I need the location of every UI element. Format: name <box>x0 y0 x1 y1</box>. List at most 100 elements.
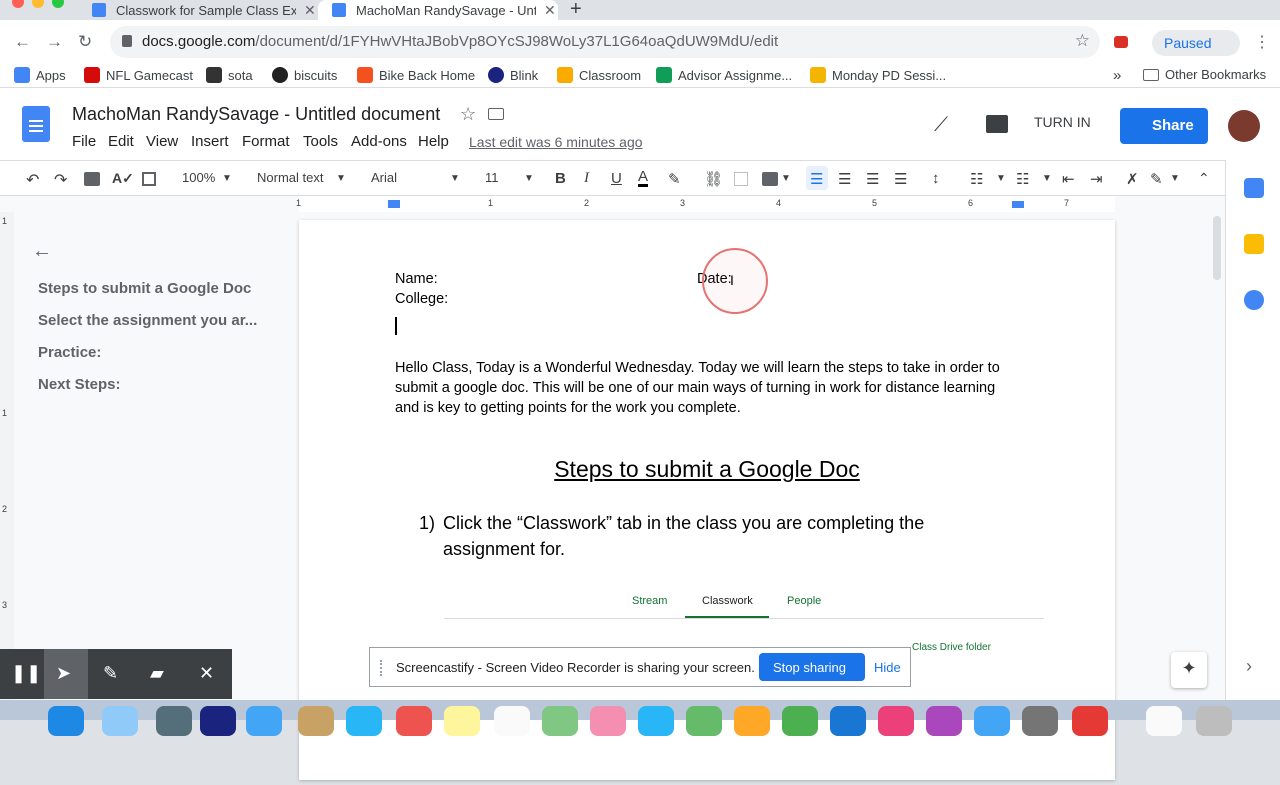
bookmark-nfl-gamecast[interactable]: NFL Gamecast <box>84 67 193 83</box>
pages-icon[interactable] <box>734 706 770 736</box>
hide-button[interactable]: Hide <box>874 660 901 675</box>
close-icon[interactable]: ✕ <box>199 663 214 684</box>
bookmark-apps[interactable]: Apps <box>14 67 66 83</box>
menu-insert[interactable]: Insert <box>191 133 229 150</box>
app-icon[interactable] <box>974 706 1010 736</box>
add-comment-icon[interactable] <box>734 172 748 186</box>
expand-panel-chevron-icon[interactable]: › <box>1246 656 1252 677</box>
photos-icon[interactable] <box>590 706 626 736</box>
menu-file[interactable]: File <box>72 133 96 150</box>
browser-menu-icon[interactable]: ⋮ <box>1254 32 1270 52</box>
new-tab-button[interactable]: + <box>570 0 582 21</box>
redo-icon[interactable]: ↷ <box>54 170 67 190</box>
browser-tab-document[interactable]: MachoMan RandySavage - Unt ✕ <box>318 0 558 20</box>
italic-icon[interactable]: I <box>584 170 589 187</box>
numbers-icon[interactable] <box>782 706 818 736</box>
music-icon[interactable] <box>878 706 914 736</box>
maps-icon[interactable] <box>542 706 578 736</box>
chevron-down-icon[interactable]: ▼ <box>996 173 1006 184</box>
bookmark-blink[interactable]: Blink <box>488 67 538 83</box>
align-right-icon[interactable]: ☰ <box>866 170 879 188</box>
chevron-down-icon[interactable]: ▼ <box>222 173 232 184</box>
close-tab-icon[interactable]: ✕ <box>304 2 316 19</box>
app-icon[interactable] <box>1072 706 1108 736</box>
system-preferences-icon[interactable] <box>1022 706 1058 736</box>
facetime-icon[interactable] <box>686 706 722 736</box>
system-app-icon[interactable] <box>156 706 192 736</box>
address-bar[interactable]: docs.google.com/document/d/1FYHwVHtaJBob… <box>110 26 1100 58</box>
bookmark-monday-pd[interactable]: Monday PD Sessi... <box>810 67 946 83</box>
tasks-icon[interactable] <box>1244 290 1264 310</box>
bookmarks-overflow-button[interactable]: » <box>1113 67 1121 84</box>
chevron-down-icon[interactable]: ▼ <box>781 173 791 184</box>
align-center-icon[interactable]: ☰ <box>838 170 851 188</box>
decrease-indent-icon[interactable]: ⇤ <box>1062 170 1075 188</box>
increase-indent-icon[interactable]: ⇥ <box>1090 170 1103 188</box>
comments-icon[interactable] <box>986 115 1008 133</box>
zoom-select[interactable]: 100% <box>182 170 215 185</box>
eraser-icon[interactable]: ▰ <box>150 663 164 684</box>
highlight-pen-icon[interactable]: ✎ <box>668 170 681 188</box>
spellcheck-icon[interactable]: A✓ <box>112 170 134 187</box>
reload-icon[interactable]: ↻ <box>78 32 92 52</box>
bookmark-star-icon[interactable]: ☆ <box>1075 31 1090 51</box>
outline-item[interactable]: Select the assignment you ar... <box>38 312 257 329</box>
menu-tools[interactable]: Tools <box>303 133 338 150</box>
menu-edit[interactable]: Edit <box>108 133 134 150</box>
insert-image-icon[interactable] <box>762 172 778 186</box>
messages-icon[interactable] <box>638 706 674 736</box>
app-store-icon[interactable] <box>246 706 282 736</box>
outline-item[interactable]: Steps to submit a Google Doc <box>38 280 251 297</box>
minimize-window-icon[interactable] <box>32 0 44 8</box>
pointer-icon[interactable]: ➤ <box>56 663 71 684</box>
explore-icon[interactable]: ✦ <box>1171 652 1207 688</box>
scrollbar[interactable] <box>1213 216 1221 280</box>
bold-icon[interactable]: B <box>555 170 566 187</box>
pause-icon[interactable]: ❚❚ <box>11 663 41 684</box>
finder-icon[interactable] <box>48 706 84 736</box>
forward-icon[interactable]: → <box>46 32 63 52</box>
screencastify-extension-icon[interactable] <box>1114 36 1128 48</box>
font-size-select[interactable]: 11 <box>485 170 499 185</box>
close-window-icon[interactable] <box>12 0 24 8</box>
browser-tab-classwork[interactable]: Classwork for Sample Class Ex ✕ <box>78 0 318 20</box>
link-icon[interactable]: ⛓ <box>704 170 723 188</box>
reminders-icon[interactable] <box>494 706 530 736</box>
podcasts-icon[interactable] <box>926 706 962 736</box>
profile-paused-button[interactable]: Paused <box>1152 30 1240 56</box>
document-title[interactable]: MachoMan RandySavage - Untitled document <box>72 104 440 125</box>
maximize-window-icon[interactable] <box>52 0 64 8</box>
pen-icon[interactable]: ✎ <box>103 663 118 684</box>
move-folder-icon[interactable] <box>488 108 504 120</box>
menu-help[interactable]: Help <box>418 133 449 150</box>
clear-formatting-icon[interactable]: ✗ <box>1126 170 1139 188</box>
bookmark-sota[interactable]: sota <box>206 67 253 83</box>
vertical-ruler[interactable]: 1 1 2 3 <box>0 212 14 720</box>
align-left-icon[interactable]: ☰ <box>810 170 823 188</box>
calendar-app-icon[interactable] <box>396 706 432 736</box>
close-tab-icon[interactable]: ✕ <box>544 2 556 19</box>
document-page[interactable]: Name: Date: College: Hello Class, Today … <box>299 220 1115 780</box>
bookmark-advisor-assignments[interactable]: Advisor Assignme... <box>656 67 792 83</box>
launchpad-icon[interactable] <box>102 706 138 736</box>
close-outline-back-icon[interactable]: ← <box>32 240 52 263</box>
menu-format[interactable]: Format <box>242 133 290 150</box>
star-icon[interactable]: ☆ <box>460 104 476 125</box>
safari-icon[interactable] <box>346 706 382 736</box>
numbered-list-icon[interactable]: ☷ <box>970 170 983 188</box>
chevron-down-icon[interactable]: ▼ <box>524 173 534 184</box>
drag-handle-icon[interactable] <box>380 660 386 676</box>
bookmark-bike-back-home[interactable]: Bike Back Home <box>357 67 475 83</box>
style-select[interactable]: Normal text <box>257 170 323 185</box>
menu-view[interactable]: View <box>146 133 178 150</box>
line-spacing-icon[interactable]: ↕ <box>932 170 940 187</box>
collapse-menus-icon[interactable]: ⌃ <box>1198 170 1210 187</box>
bookmark-classroom[interactable]: Classroom <box>557 67 641 83</box>
last-edit-link[interactable]: Last edit was 6 minutes ago <box>469 134 643 150</box>
other-bookmarks-folder[interactable]: Other Bookmarks <box>1143 67 1266 82</box>
turn-in-button[interactable]: TURN IN <box>1034 114 1091 130</box>
editing-mode-icon[interactable]: ✎ <box>1150 170 1163 188</box>
docs-logo-icon[interactable] <box>22 106 50 142</box>
paint-format-icon[interactable] <box>142 172 156 186</box>
underline-icon[interactable]: U <box>611 170 622 187</box>
